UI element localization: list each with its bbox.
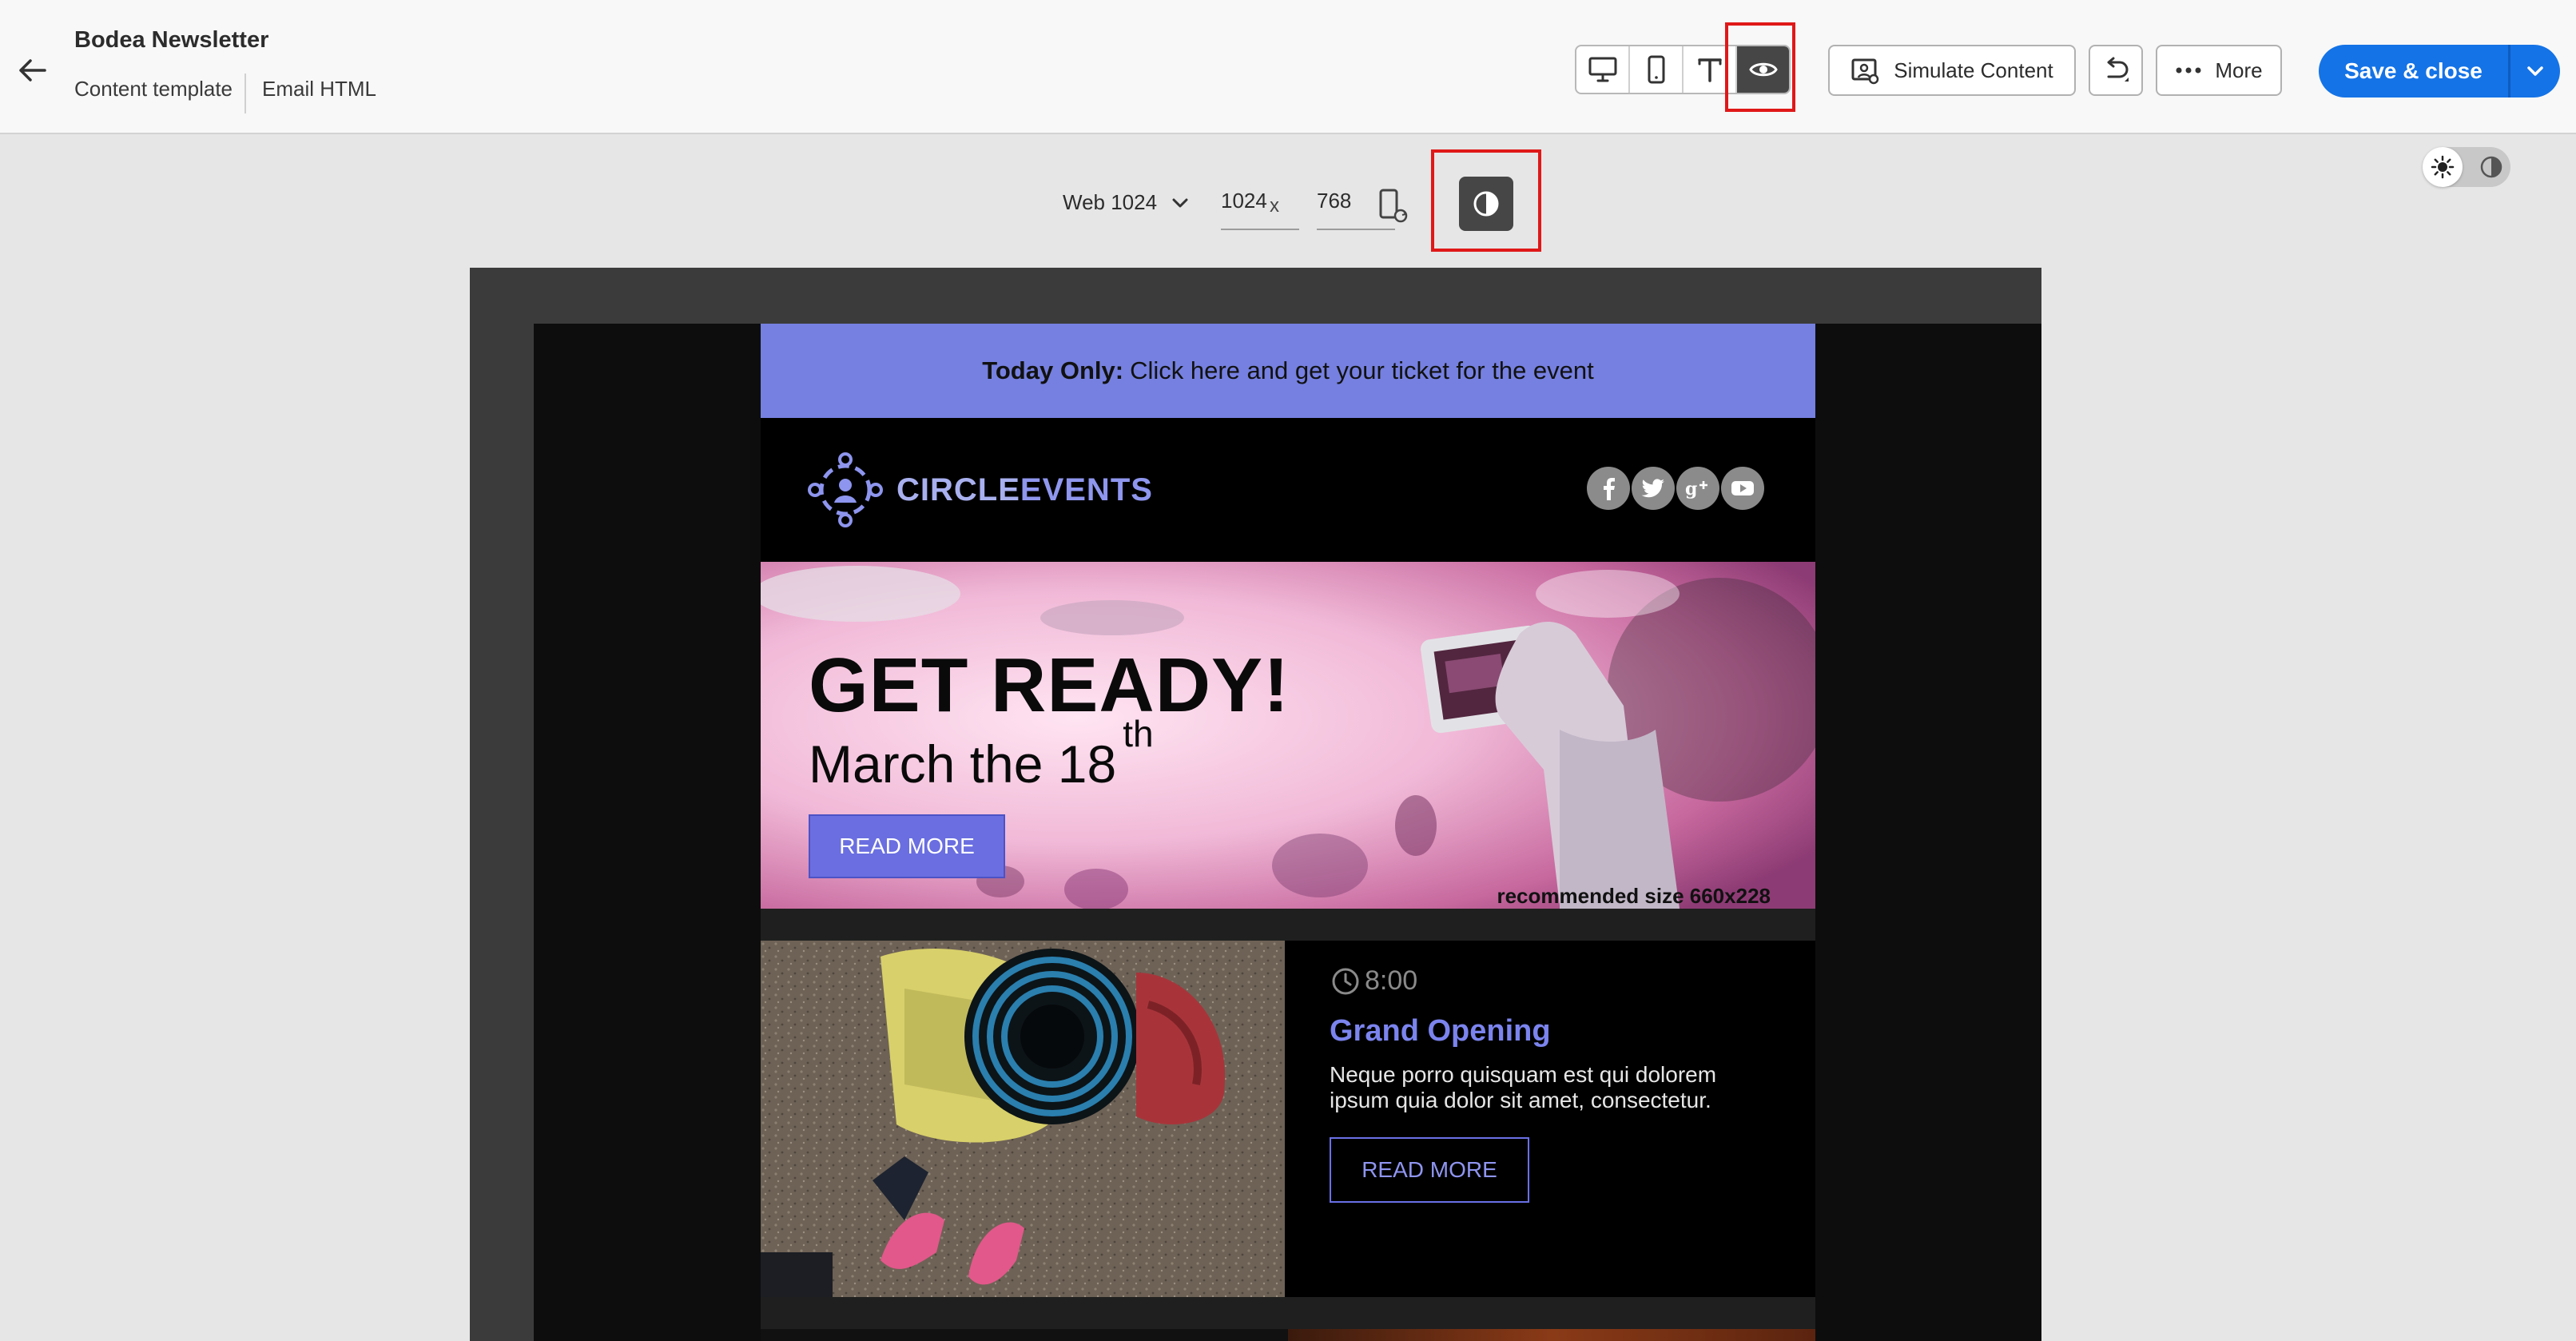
section-divider [761,909,1815,941]
undo-icon [2107,57,2129,82]
theme-toggle[interactable] [2423,147,2510,187]
event-card: 8:00 Grand Opening Neque porro quisquam … [761,941,1815,1297]
section-divider [761,1297,1815,1329]
chevron-down-icon [1172,198,1188,207]
highlight-preview-button [1725,22,1795,112]
youtube-icon[interactable] [1721,467,1764,510]
desktop-view-button[interactable] [1576,46,1630,93]
facebook-icon[interactable] [1587,467,1630,510]
simulate-content-label: Simulate Content [1894,58,2053,82]
more-label: More [2215,58,2263,82]
width-input[interactable]: 1024 [1221,189,1299,230]
hero-size-note: recommended size 660x228 [1497,884,1771,908]
simulate-content-button[interactable]: Simulate Content [1828,45,2076,96]
contrast-icon [2480,156,2502,178]
hero-date-suffix: th [1123,713,1154,754]
device-select-value: Web 1024 [1063,190,1158,214]
hero-read-more-button[interactable]: READ MORE [809,814,1005,878]
clock-icon [1332,968,1359,995]
hero-date: March the 18th [809,713,1154,794]
event-title: Grand Opening [1330,1014,1551,1048]
next-section-preview [761,1329,1815,1341]
email-body: Today Only: Click here and get your tick… [761,324,1815,1341]
event-card-image [761,941,1285,1297]
event-description: Neque porro quisquam est qui dolorem ips… [1330,1062,1717,1112]
promo-banner-text: Click here and get your ticket for the e… [1130,356,1594,384]
simulate-icon [1851,58,1879,85]
hero-banner: GET READY! March the 18th READ MORE reco… [761,562,1815,909]
back-arrow-icon [19,59,46,82]
more-icon [2176,67,2201,74]
promo-banner[interactable]: Today Only: Click here and get your tick… [761,324,1815,418]
chevron-down-icon [2527,66,2543,76]
event-read-more-button[interactable]: READ MORE [1330,1137,1529,1203]
event-time: 8:00 [1330,965,1417,997]
breadcrumb-content-template[interactable]: Content template [74,77,233,101]
twitter-icon[interactable] [1632,467,1675,510]
device-select[interactable]: Web 1024 [1063,190,1189,215]
breadcrumb-divider [244,74,246,113]
editor-header: Bodea Newsletter Content template Email … [0,0,2576,134]
preview-canvas: Today Only: Click here and get your tick… [470,268,2041,1341]
save-and-close-button-group: Save & close [2319,45,2560,97]
breadcrumb-email-html[interactable]: Email HTML [262,77,376,101]
logo-mark-icon [808,452,883,527]
text-icon [1697,58,1722,82]
hero-date-text: March the 18 [809,734,1117,794]
highlight-dark-mode-button [1431,149,1541,252]
preview-viewport: Today Only: Click here and get your tick… [534,324,2041,1341]
page-title: Bodea Newsletter [74,27,269,53]
undo-button[interactable] [2089,45,2143,96]
sun-icon [2431,155,2455,179]
dimension-separator: x [1270,195,1279,217]
back-button[interactable] [14,53,50,88]
event-time-text: 8:00 [1365,965,1418,996]
save-and-close-button[interactable]: Save & close [2319,45,2508,97]
promo-banner-bold: Today Only: [982,356,1124,384]
mobile-icon [1648,55,1664,84]
logo-text: CIRCLEEVENTS [896,472,1153,508]
logo-row: CIRCLEEVENTS g [761,418,1815,562]
rotate-button[interactable] [1376,187,1411,225]
save-options-button[interactable] [2510,45,2560,97]
google-plus-icon[interactable]: g [1676,467,1719,510]
rotate-icon [1379,189,1408,223]
logo-text-part2: EVENTS [1020,472,1153,507]
hero-title: GET READY! [809,643,1290,728]
logo-text-part1: CIRCLE [896,472,1020,507]
theme-toggle-knob [2423,147,2463,187]
more-button[interactable]: More [2156,45,2282,96]
desktop-icon [1588,57,1616,82]
mobile-view-button[interactable] [1630,46,1684,93]
svg-text:g: g [1685,479,1697,499]
